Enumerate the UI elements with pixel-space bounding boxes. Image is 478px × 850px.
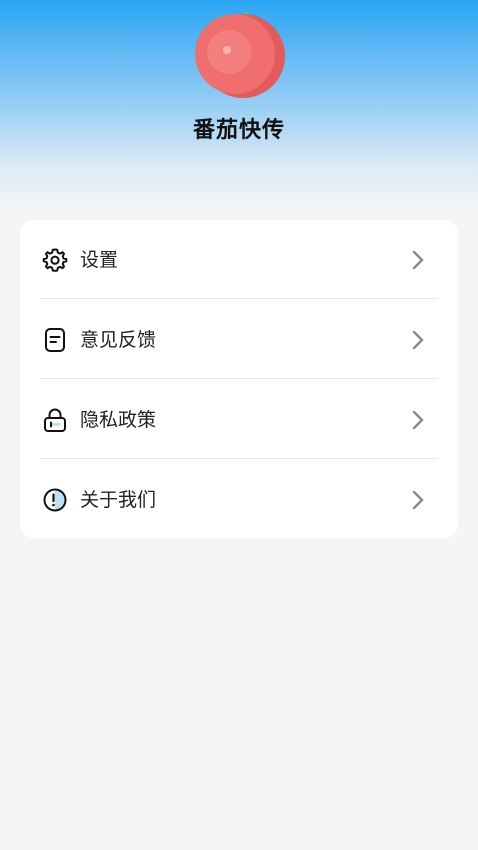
divider bbox=[40, 298, 438, 299]
menu-item-privacy-policy[interactable]: 隐私政策 bbox=[20, 380, 458, 460]
divider bbox=[40, 458, 438, 459]
gear-icon bbox=[42, 248, 68, 272]
menu-item-about-us[interactable]: 关于我们 bbox=[20, 460, 458, 540]
menu-item-label: 隐私政策 bbox=[80, 409, 157, 431]
divider bbox=[40, 378, 438, 379]
app-name: 番茄快传 bbox=[192, 118, 285, 143]
tomato-logo-icon bbox=[195, 12, 285, 98]
lock-icon bbox=[44, 408, 66, 432]
chevron-right-icon bbox=[412, 490, 424, 510]
info-icon bbox=[43, 488, 67, 512]
menu-item-settings[interactable]: 设置 bbox=[20, 220, 458, 300]
menu-item-label: 意见反馈 bbox=[80, 329, 157, 351]
menu-item-label: 关于我们 bbox=[80, 489, 157, 511]
menu-card: 设置 意见反馈 隐私政策 关于我们 bbox=[20, 220, 458, 538]
menu-item-feedback[interactable]: 意见反馈 bbox=[20, 300, 458, 380]
feedback-icon bbox=[45, 328, 65, 352]
chevron-right-icon bbox=[412, 330, 424, 350]
menu-item-label: 设置 bbox=[80, 249, 119, 271]
chevron-right-icon bbox=[412, 250, 424, 270]
chevron-right-icon bbox=[412, 410, 424, 430]
